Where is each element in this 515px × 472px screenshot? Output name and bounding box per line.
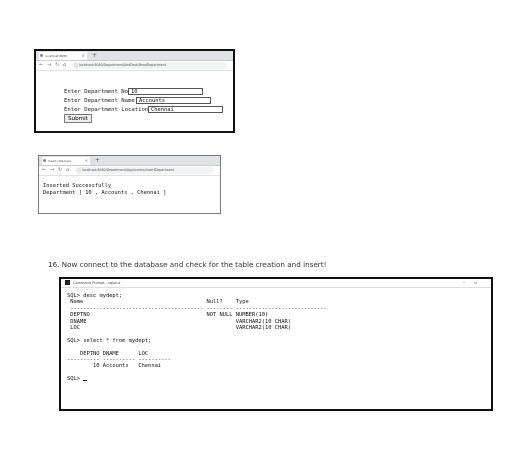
dept-name-input[interactable]: Accounts bbox=[136, 97, 211, 104]
globe-icon bbox=[43, 159, 46, 162]
prompt-line[interactable]: SQL> bbox=[67, 376, 327, 382]
back-icon[interactable]: ← bbox=[42, 166, 46, 175]
reload-icon[interactable]: ↻ bbox=[58, 166, 62, 175]
dept-name-row: Enter Department Name : bbox=[64, 98, 141, 104]
browser-window-result: Insert title here × + ← → ↻ ⌂ ⓘ localhos… bbox=[38, 155, 221, 214]
console-line: LOC VARCHAR2(10 CHAR) bbox=[67, 324, 291, 331]
dept-no-input[interactable]: 10 bbox=[128, 88, 203, 95]
text-cursor bbox=[83, 379, 88, 382]
console-output: SQL> desc mydept; Name Null? Type ------… bbox=[67, 293, 327, 382]
cmd-icon bbox=[65, 280, 70, 285]
dept-loc-row: Enter Department Location : bbox=[64, 107, 155, 113]
console-line: DNAME VARCHAR2(10 CHAR) bbox=[67, 318, 291, 325]
submit-button[interactable]: Submit bbox=[64, 114, 92, 123]
dept-no-row: Enter Department No: bbox=[64, 89, 131, 95]
step-caption: 16. Now connect to the database and chec… bbox=[48, 260, 327, 269]
dept-no-label: Enter Department No: bbox=[64, 89, 132, 95]
dept-loc-input[interactable]: Chennai bbox=[148, 106, 223, 113]
new-tab-icon[interactable]: + bbox=[95, 156, 100, 165]
tab-title: Insert title here bbox=[48, 159, 72, 163]
browser-tab[interactable]: Insert title here × bbox=[42, 157, 90, 165]
minimize-icon[interactable]: – bbox=[463, 279, 465, 287]
result-output: Inserted Successfully Department [ 10 , A… bbox=[43, 183, 166, 196]
title-bar: Command Prompt - sqlplus – ▫ bbox=[61, 279, 491, 288]
dept-name-label: Enter Department Name : bbox=[64, 98, 142, 104]
tab-bar: Insert title here × + bbox=[39, 156, 220, 166]
home-icon[interactable]: ⌂ bbox=[66, 166, 69, 175]
dept-loc-label: Enter Department Location : bbox=[64, 107, 155, 113]
info-icon: ⓘ bbox=[77, 168, 81, 173]
department-record: Department [ 10 , Accounts , Chennai ] bbox=[43, 189, 167, 196]
address-bar: ← → ↻ ⌂ ⓘ localhost:8080/Department/Appl… bbox=[39, 166, 220, 176]
command-prompt-window: Command Prompt - sqlplus – ▫ SQL> desc m… bbox=[59, 277, 493, 411]
maximize-icon[interactable]: ▫ bbox=[474, 279, 477, 287]
window-title: Command Prompt - sqlplus bbox=[73, 281, 121, 285]
url-field[interactable]: ⓘ localhost:8080/Department/Application/… bbox=[75, 167, 214, 174]
url-text: localhost:8080/Department/Application/In… bbox=[82, 168, 175, 172]
close-icon[interactable]: × bbox=[85, 157, 88, 165]
prompt-text: SQL> bbox=[67, 376, 84, 383]
forward-icon[interactable]: → bbox=[50, 166, 54, 175]
